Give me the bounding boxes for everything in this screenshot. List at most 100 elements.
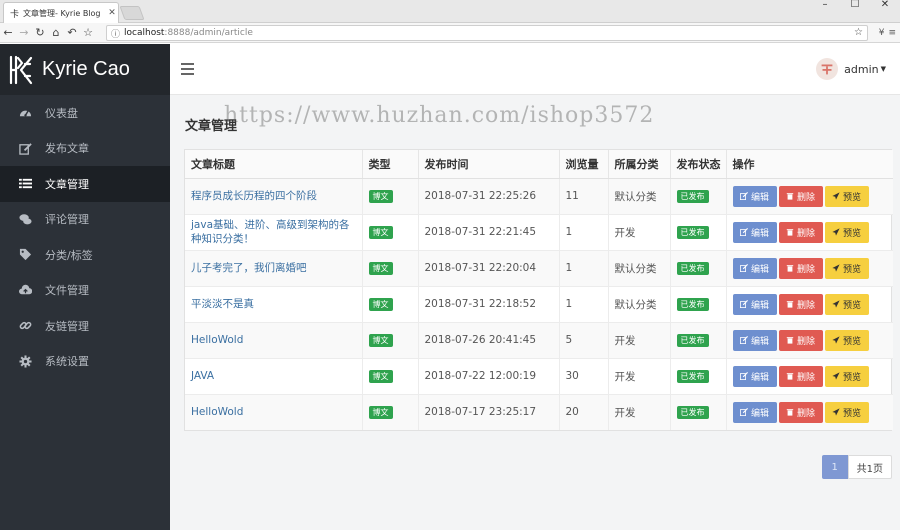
type-badge: 博文 (368, 189, 393, 203)
delete-button[interactable]: 删除 (778, 221, 823, 243)
cell-views: 1 (559, 250, 609, 287)
preview-button-label: 预览 (842, 300, 861, 311)
avatar (816, 58, 839, 80)
cell-type: 博文 (362, 178, 419, 215)
comments-icon (18, 212, 32, 226)
edit-button[interactable]: 编辑 (732, 221, 777, 243)
cell-views: 1 (559, 286, 609, 323)
preview-button[interactable]: 预览 (824, 365, 869, 387)
watermark: https://www.huzhan.com/ishop3572 (224, 103, 655, 128)
delete-button[interactable]: 删除 (778, 329, 823, 351)
address-host: localhost (124, 28, 165, 38)
delete-button-label: 删除 (796, 300, 815, 311)
table-header-row: 文章标题 类型 发布时间 浏览量 所属分类 发布状态 操作 (185, 150, 893, 179)
tab-close-icon[interactable]: ✕ (106, 8, 118, 18)
article-title-link[interactable]: JAVA (191, 369, 362, 383)
sidebar-item-categories[interactable]: 分类/标签 (0, 237, 170, 273)
type-badge: 博文 (368, 297, 393, 311)
address-star-icon[interactable]: ☆ (854, 26, 863, 40)
cell-actions: 编辑 删除 预览 (726, 358, 893, 395)
article-title-link[interactable]: 程序员成长历程的四个阶段 (191, 189, 362, 203)
sidebar-item-label: 评论管理 (45, 213, 89, 227)
sidebar-item-links[interactable]: 友链管理 (0, 308, 170, 344)
edit-icon (739, 408, 748, 417)
new-tab-button[interactable] (119, 6, 145, 20)
column-header: 所属分类 (608, 150, 671, 179)
article-title-link[interactable]: HelloWold (191, 333, 362, 347)
back-icon[interactable]: ← (0, 24, 16, 42)
user-dropdown[interactable]: admin ▼ (816, 58, 886, 80)
edit-button[interactable]: 编辑 (732, 257, 777, 279)
preview-button[interactable]: 预览 (824, 329, 869, 351)
edit-button-label: 编辑 (750, 336, 769, 347)
maximize-icon[interactable]: ☐ (840, 0, 870, 12)
rocket-icon (832, 264, 840, 272)
sidebar-item-publish[interactable]: 发布文章 (0, 131, 170, 167)
edit-button[interactable]: 编辑 (732, 401, 777, 423)
rocket-icon (832, 408, 840, 416)
delete-button[interactable]: 删除 (778, 293, 823, 315)
article-title-link[interactable]: HelloWold (191, 405, 362, 419)
edit-icon (739, 192, 748, 200)
preview-button[interactable]: 预览 (824, 401, 869, 423)
preview-button[interactable]: 预览 (824, 185, 869, 207)
delete-button-label: 删除 (796, 372, 815, 383)
cell-title: HelloWold (185, 394, 363, 430)
status-badge: 已发布 (676, 369, 709, 383)
cell-status: 已发布 (670, 394, 727, 430)
delete-button[interactable]: 删除 (778, 401, 823, 423)
preview-button[interactable]: 预览 (824, 257, 869, 279)
column-header: 操作 (726, 150, 893, 179)
delete-button[interactable]: 删除 (778, 365, 823, 387)
home-icon[interactable]: ⌂ (48, 24, 64, 42)
reload-icon[interactable]: ↻ (32, 24, 48, 42)
forward-icon[interactable]: → (16, 24, 32, 42)
delete-button[interactable]: 删除 (778, 185, 823, 207)
extension-dropdown-icon[interactable]: ¥ (879, 25, 885, 41)
hamburger-menu-icon[interactable] (181, 63, 194, 75)
delete-button[interactable]: 删除 (778, 257, 823, 279)
brand-name: Kyrie Cao (42, 58, 130, 80)
address-bar[interactable]: ⓘ localhost :8888/admin/article ☆ (106, 25, 868, 41)
sidebar-item-articles[interactable]: 文章管理 (0, 166, 170, 202)
page-number-button[interactable]: 1 (821, 455, 848, 479)
cell-actions: 编辑 删除 预览 (726, 178, 893, 215)
cell-title: 儿子考完了，我们离婚吧 (185, 250, 363, 287)
sidebar-item-comments[interactable]: 评论管理 (0, 202, 170, 238)
cell-views: 20 (559, 394, 609, 430)
bookmark-star-icon[interactable]: ☆ (80, 24, 96, 42)
sidebar-item-files[interactable]: 文件管理 (0, 273, 170, 309)
edit-button[interactable]: 编辑 (732, 365, 777, 387)
cloud-upload-icon (18, 283, 32, 297)
browser-tab[interactable]: 卡 文章管理- Kyrie Blog ✕ (3, 2, 119, 23)
column-header: 浏览量 (559, 150, 609, 179)
preview-button[interactable]: 预览 (824, 221, 869, 243)
sidebar-item-settings[interactable]: 系统设置 (0, 344, 170, 380)
menu-icon[interactable]: ≡ (888, 25, 896, 41)
cell-actions: 编辑 删除 预览 (726, 214, 893, 251)
sidebar-item-dashboard[interactable]: 仪表盘 (0, 95, 170, 131)
preview-button-label: 预览 (842, 228, 861, 239)
edit-button[interactable]: 编辑 (732, 329, 777, 351)
type-badge: 博文 (368, 333, 393, 347)
kyrie-favicon-icon: 卡 (10, 9, 20, 20)
article-title-link[interactable]: 儿子考完了，我们离婚吧 (191, 261, 362, 275)
sidebar-item-label: 分类/标签 (45, 248, 93, 262)
main-content: 文章管理 https://www.huzhan.com/ishop3572 文章… (170, 95, 900, 530)
article-title-link[interactable]: 平淡淡不是真 (191, 297, 362, 311)
brand[interactable]: Kyrie Cao (0, 44, 170, 95)
edit-icon (739, 228, 748, 236)
article-title-link[interactable]: java基础、进阶、高级到架构的各种知识分类！ (191, 218, 362, 246)
browser-toolbar: ← → ↻ ⌂ ↶ ☆ ⓘ localhost :8888/admin/arti… (0, 23, 900, 43)
minimize-icon[interactable]: – (810, 0, 840, 12)
pagination: 1 共1页 (821, 455, 892, 479)
cell-status: 已发布 (670, 322, 727, 359)
edit-button[interactable]: 编辑 (732, 293, 777, 315)
edit-button-label: 编辑 (750, 228, 769, 239)
rocket-icon (832, 300, 840, 308)
window-close-icon[interactable]: ✕ (870, 0, 900, 12)
edit-button[interactable]: 编辑 (732, 185, 777, 207)
dashboard-icon (18, 106, 32, 120)
undo-icon[interactable]: ↶ (64, 24, 80, 42)
preview-button[interactable]: 预览 (824, 293, 869, 315)
